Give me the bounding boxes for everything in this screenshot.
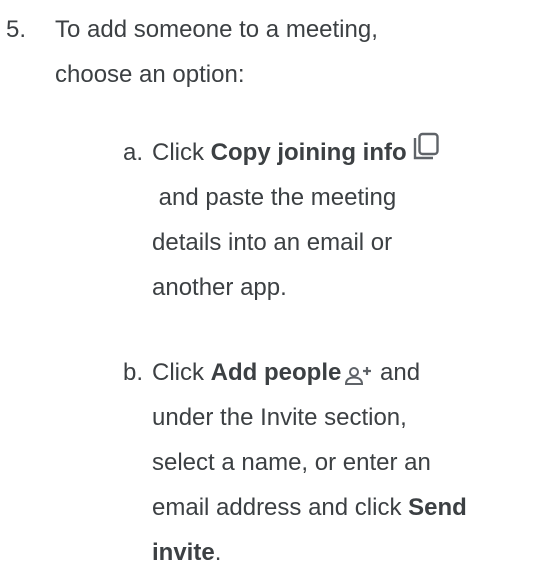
- option-text-line-3: details into an email or: [152, 229, 393, 256]
- option-text-line-1: Click Copy joining info: [152, 130, 532, 175]
- period: .: [214, 539, 222, 566]
- copy-icon: [413, 132, 441, 162]
- option-text-line-4: email address and click Send: [152, 485, 532, 530]
- step-number: 5.: [6, 16, 27, 43]
- send-label: Send: [408, 494, 467, 521]
- option-letter: a.: [123, 139, 144, 166]
- option-text-line-4: another app.: [152, 274, 287, 301]
- option-letter: b.: [123, 359, 144, 386]
- option-text-line-2: and paste the meeting: [152, 184, 397, 211]
- option-text-line-5: invite.: [152, 530, 532, 575]
- option-text: Click Add people and under the Invite se…: [152, 350, 532, 575]
- step-text-line-2: choose an option:: [55, 61, 245, 88]
- invite-label: invite: [152, 539, 215, 566]
- step-text: To add someone to a meeting, choose an o…: [55, 7, 525, 97]
- after-icon-text: and: [373, 359, 421, 386]
- option-text: Click Copy joining info and paste the me…: [152, 130, 532, 310]
- copy-joining-info-label: Copy joining info: [210, 139, 407, 166]
- click-prefix: Click: [152, 139, 211, 166]
- click-prefix: Click: [152, 359, 211, 386]
- option-text-line-1: Click Add people and: [152, 350, 532, 395]
- option-text-line-2: under the Invite section,: [152, 404, 407, 431]
- person-add-icon: [345, 356, 373, 385]
- add-people-label: Add people: [210, 359, 342, 386]
- option-text-line-3: select a name, or enter an: [152, 449, 431, 476]
- line4-prefix: email address and click: [152, 494, 409, 521]
- step-text-line-1: To add someone to a meeting,: [55, 16, 378, 43]
